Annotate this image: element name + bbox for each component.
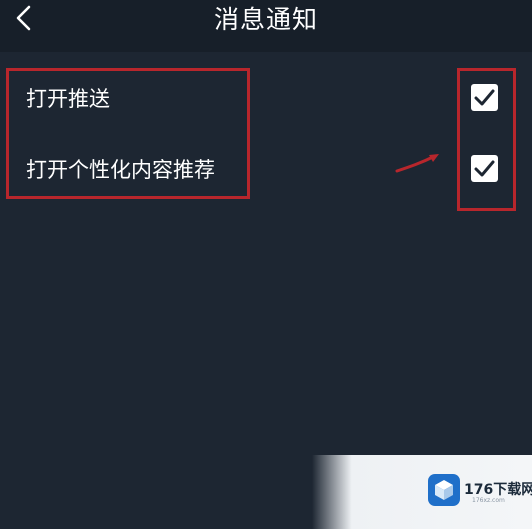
top-bar: 消息通知 bbox=[0, 0, 532, 52]
page-title: 消息通知 bbox=[213, 5, 318, 34]
annotation-highlight-labels bbox=[6, 68, 250, 199]
annotation-highlight-checkboxes bbox=[457, 68, 516, 211]
cube-logo-icon bbox=[428, 474, 460, 506]
watermark-subtext: 176xz.com bbox=[472, 497, 505, 504]
annotation-arrow-icon bbox=[395, 154, 439, 173]
watermark-text: 176下载网 bbox=[464, 482, 532, 498]
